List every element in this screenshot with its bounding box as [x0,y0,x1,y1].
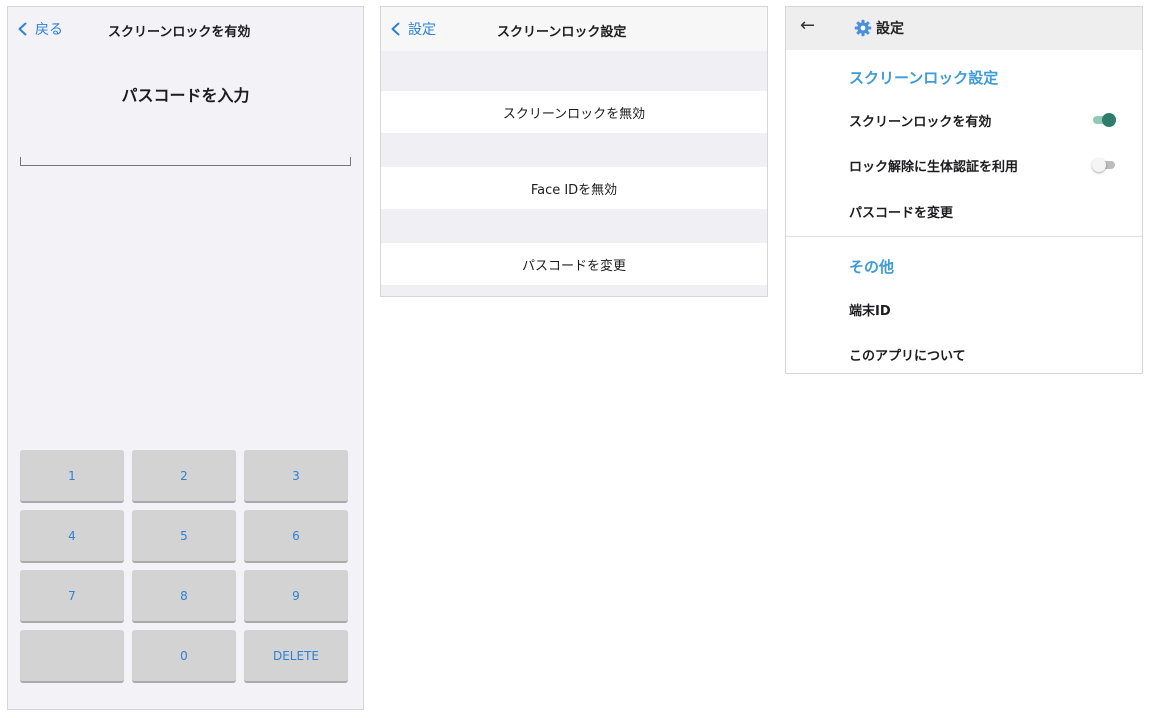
item-label: パスコードを変更 [849,205,954,221]
chevron-left-icon [391,22,400,36]
change-passcode-item[interactable]: パスコードを変更 [849,191,1142,231]
item-label: 端末ID [849,303,891,319]
item-label: このアプリについて [849,348,966,364]
key-5[interactable]: 5 [132,510,236,563]
app-bar: ← 設定 [786,7,1142,50]
disable-face-id-row[interactable]: Face IDを無効 [381,167,767,209]
about-app-item[interactable]: このアプリについて [849,334,1142,374]
key-0[interactable]: 0 [132,630,236,683]
item-label: ロック解除に生体認証を利用 [849,159,1019,175]
navigation-bar: 設定 スクリーンロック設定 [381,7,767,51]
app-title: 設定 [876,21,904,37]
key-4[interactable]: 4 [20,510,124,563]
passcode-heading: パスコードを入力 [121,86,250,105]
screen-lock-toggle[interactable] [1092,113,1116,127]
key-7[interactable]: 7 [20,570,124,623]
passcode-screen: 戻る スクリーンロックを有効 パスコードを入力 1 2 3 4 5 6 7 8 … [7,6,364,710]
page-title: スクリーンロック設定 [497,25,627,40]
back-label: 設定 [408,22,436,38]
android-settings-screen: ← 設定 スクリーンロック設定 スクリーンロックを有効 ロック解除に生体認証を利… [785,6,1143,374]
numeric-keypad: 1 2 3 4 5 6 7 8 9 0 DELETE [20,450,351,686]
delete-key[interactable]: DELETE [244,630,348,683]
back-label: 戻る [35,22,63,38]
toggle-thumb [1092,158,1106,172]
key-2[interactable]: 2 [132,450,236,503]
back-button[interactable]: 戻る [16,19,63,39]
section-divider [786,236,1142,237]
section-title-screen-lock: スクリーンロック設定 [849,69,999,87]
chevron-left-icon [18,22,27,36]
key-6[interactable]: 6 [244,510,348,563]
biometric-toggle[interactable] [1092,158,1116,172]
arrow-left-icon[interactable]: ← [800,15,815,36]
change-passcode-row[interactable]: パスコードを変更 [381,243,767,285]
disable-screen-lock-row[interactable]: スクリーンロックを無効 [381,91,767,133]
navigation-bar: 戻る スクリーンロックを有効 [8,7,363,51]
key-8[interactable]: 8 [132,570,236,623]
key-1[interactable]: 1 [20,450,124,503]
key-blank [20,630,124,683]
toggle-thumb [1102,113,1116,127]
page-title: スクリーンロックを有効 [108,25,251,40]
passcode-input[interactable] [20,157,351,166]
device-id-item[interactable]: 端末ID [849,289,1142,329]
ios-lock-settings-screen: 設定 スクリーンロック設定 スクリーンロックを無効 Face IDを無効 パスコ… [380,6,768,297]
key-3[interactable]: 3 [244,450,348,503]
key-9[interactable]: 9 [244,570,348,623]
gear-icon [854,19,872,37]
section-title-other: その他 [849,258,895,276]
back-button[interactable]: 設定 [389,19,436,39]
item-label: スクリーンロックを有効 [849,114,992,130]
